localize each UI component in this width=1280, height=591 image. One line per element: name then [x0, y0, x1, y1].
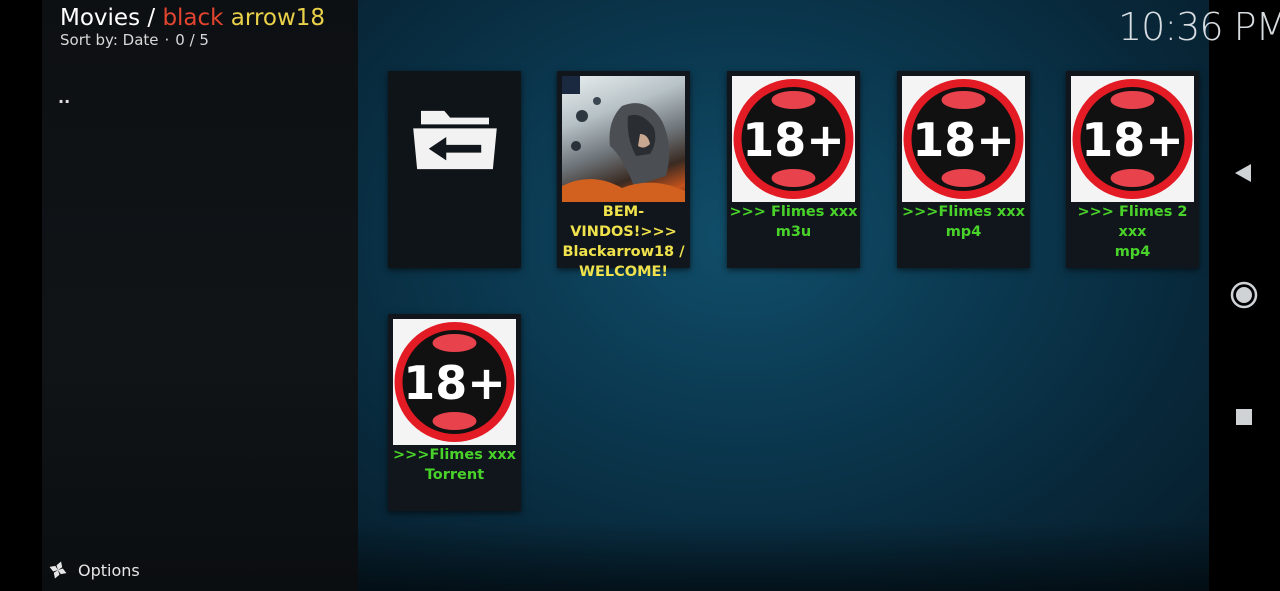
- options-label: Options: [78, 560, 140, 580]
- title-separator: /: [140, 5, 163, 31]
- tile-parent-folder[interactable]: [388, 71, 521, 268]
- 18-plus-icon: 18+: [393, 319, 516, 445]
- label-line: Blackarrow18 /: [562, 244, 685, 260]
- tile-flimes-torrent[interactable]: 18+ >>>Flimes xxx Torrent: [388, 314, 521, 511]
- sort-label: Sort by: Date: [60, 31, 159, 49]
- badge-text: 18+: [912, 113, 1015, 167]
- 18-plus-icon: 18+: [902, 76, 1025, 202]
- home-icon[interactable]: [1225, 276, 1263, 314]
- tile-welcome-label: BEM-VINDOS!>>> Blackarrow18 / WELCOME!: [559, 202, 688, 282]
- folder-back-icon: [413, 110, 497, 170]
- label-line: mp4: [1114, 244, 1151, 260]
- tile-welcome[interactable]: BEM-VINDOS!>>> Blackarrow18 / WELCOME!: [557, 71, 690, 280]
- parent-folder-item[interactable]: ..: [58, 88, 70, 107]
- badge-text: 18+: [1081, 113, 1184, 167]
- 18-plus-icon: 18+: [732, 76, 855, 202]
- tile-flimes-mp4-label: >>>Flimes xxx mp4: [899, 202, 1028, 242]
- label-line: >>>Flimes xxx: [393, 447, 516, 463]
- welcome-thumbnail: [562, 76, 685, 202]
- left-edge: [0, 0, 42, 591]
- tile-flimes-torrent-label: >>>Flimes xxx Torrent: [390, 445, 519, 485]
- badge-text: 18+: [742, 113, 845, 167]
- title-addon-yellow: arrow18: [223, 5, 326, 31]
- options-button[interactable]: Options: [48, 560, 140, 580]
- tile-flimes-m3u-label: >>> Flimes xxx m3u: [729, 202, 858, 242]
- recents-icon[interactable]: [1225, 398, 1263, 436]
- tile-flimes-2-mp4-label: >>> Flimes 2 xxx mp4: [1068, 202, 1197, 262]
- sort-status: Sort by: Date · 0 / 5: [60, 31, 209, 49]
- clock: 10:36 PM: [1118, 5, 1280, 49]
- label-line: BEM-VINDOS!>>>: [570, 204, 677, 240]
- adult-badge-thumbnail: 18+: [393, 319, 516, 445]
- page-title: Movies / black arrow18: [60, 4, 325, 32]
- sort-dot: ·: [164, 31, 170, 49]
- back-icon[interactable]: [1225, 154, 1263, 192]
- title-addon-red: black: [162, 5, 224, 31]
- label-line: m3u: [775, 224, 812, 240]
- 18-plus-icon: 18+: [1071, 76, 1194, 202]
- label-line: mp4: [945, 224, 982, 240]
- tile-flimes-mp4[interactable]: 18+ >>>Flimes xxx mp4: [897, 71, 1030, 268]
- adult-badge-thumbnail: 18+: [732, 76, 855, 202]
- assassin-artwork-icon: [562, 76, 685, 202]
- item-count: 0 / 5: [175, 31, 209, 49]
- options-icon: [49, 561, 67, 579]
- label-line: >>> Flimes 2 xxx: [1077, 204, 1188, 240]
- badge-text: 18+: [403, 356, 506, 410]
- adult-badge-thumbnail: 18+: [902, 76, 1025, 202]
- label-line: >>> Flimes xxx: [729, 204, 858, 220]
- tile-flimes-2-mp4[interactable]: 18+ >>> Flimes 2 xxx mp4: [1066, 71, 1199, 268]
- tile-flimes-m3u[interactable]: 18+ >>> Flimes xxx m3u: [727, 71, 860, 268]
- label-line: >>>Flimes xxx: [902, 204, 1025, 220]
- label-line: Torrent: [424, 467, 485, 483]
- adult-badge-thumbnail: 18+: [1071, 76, 1194, 202]
- sidebar: [42, 0, 358, 591]
- title-root[interactable]: Movies: [60, 5, 140, 31]
- label-line: WELCOME!: [578, 264, 669, 280]
